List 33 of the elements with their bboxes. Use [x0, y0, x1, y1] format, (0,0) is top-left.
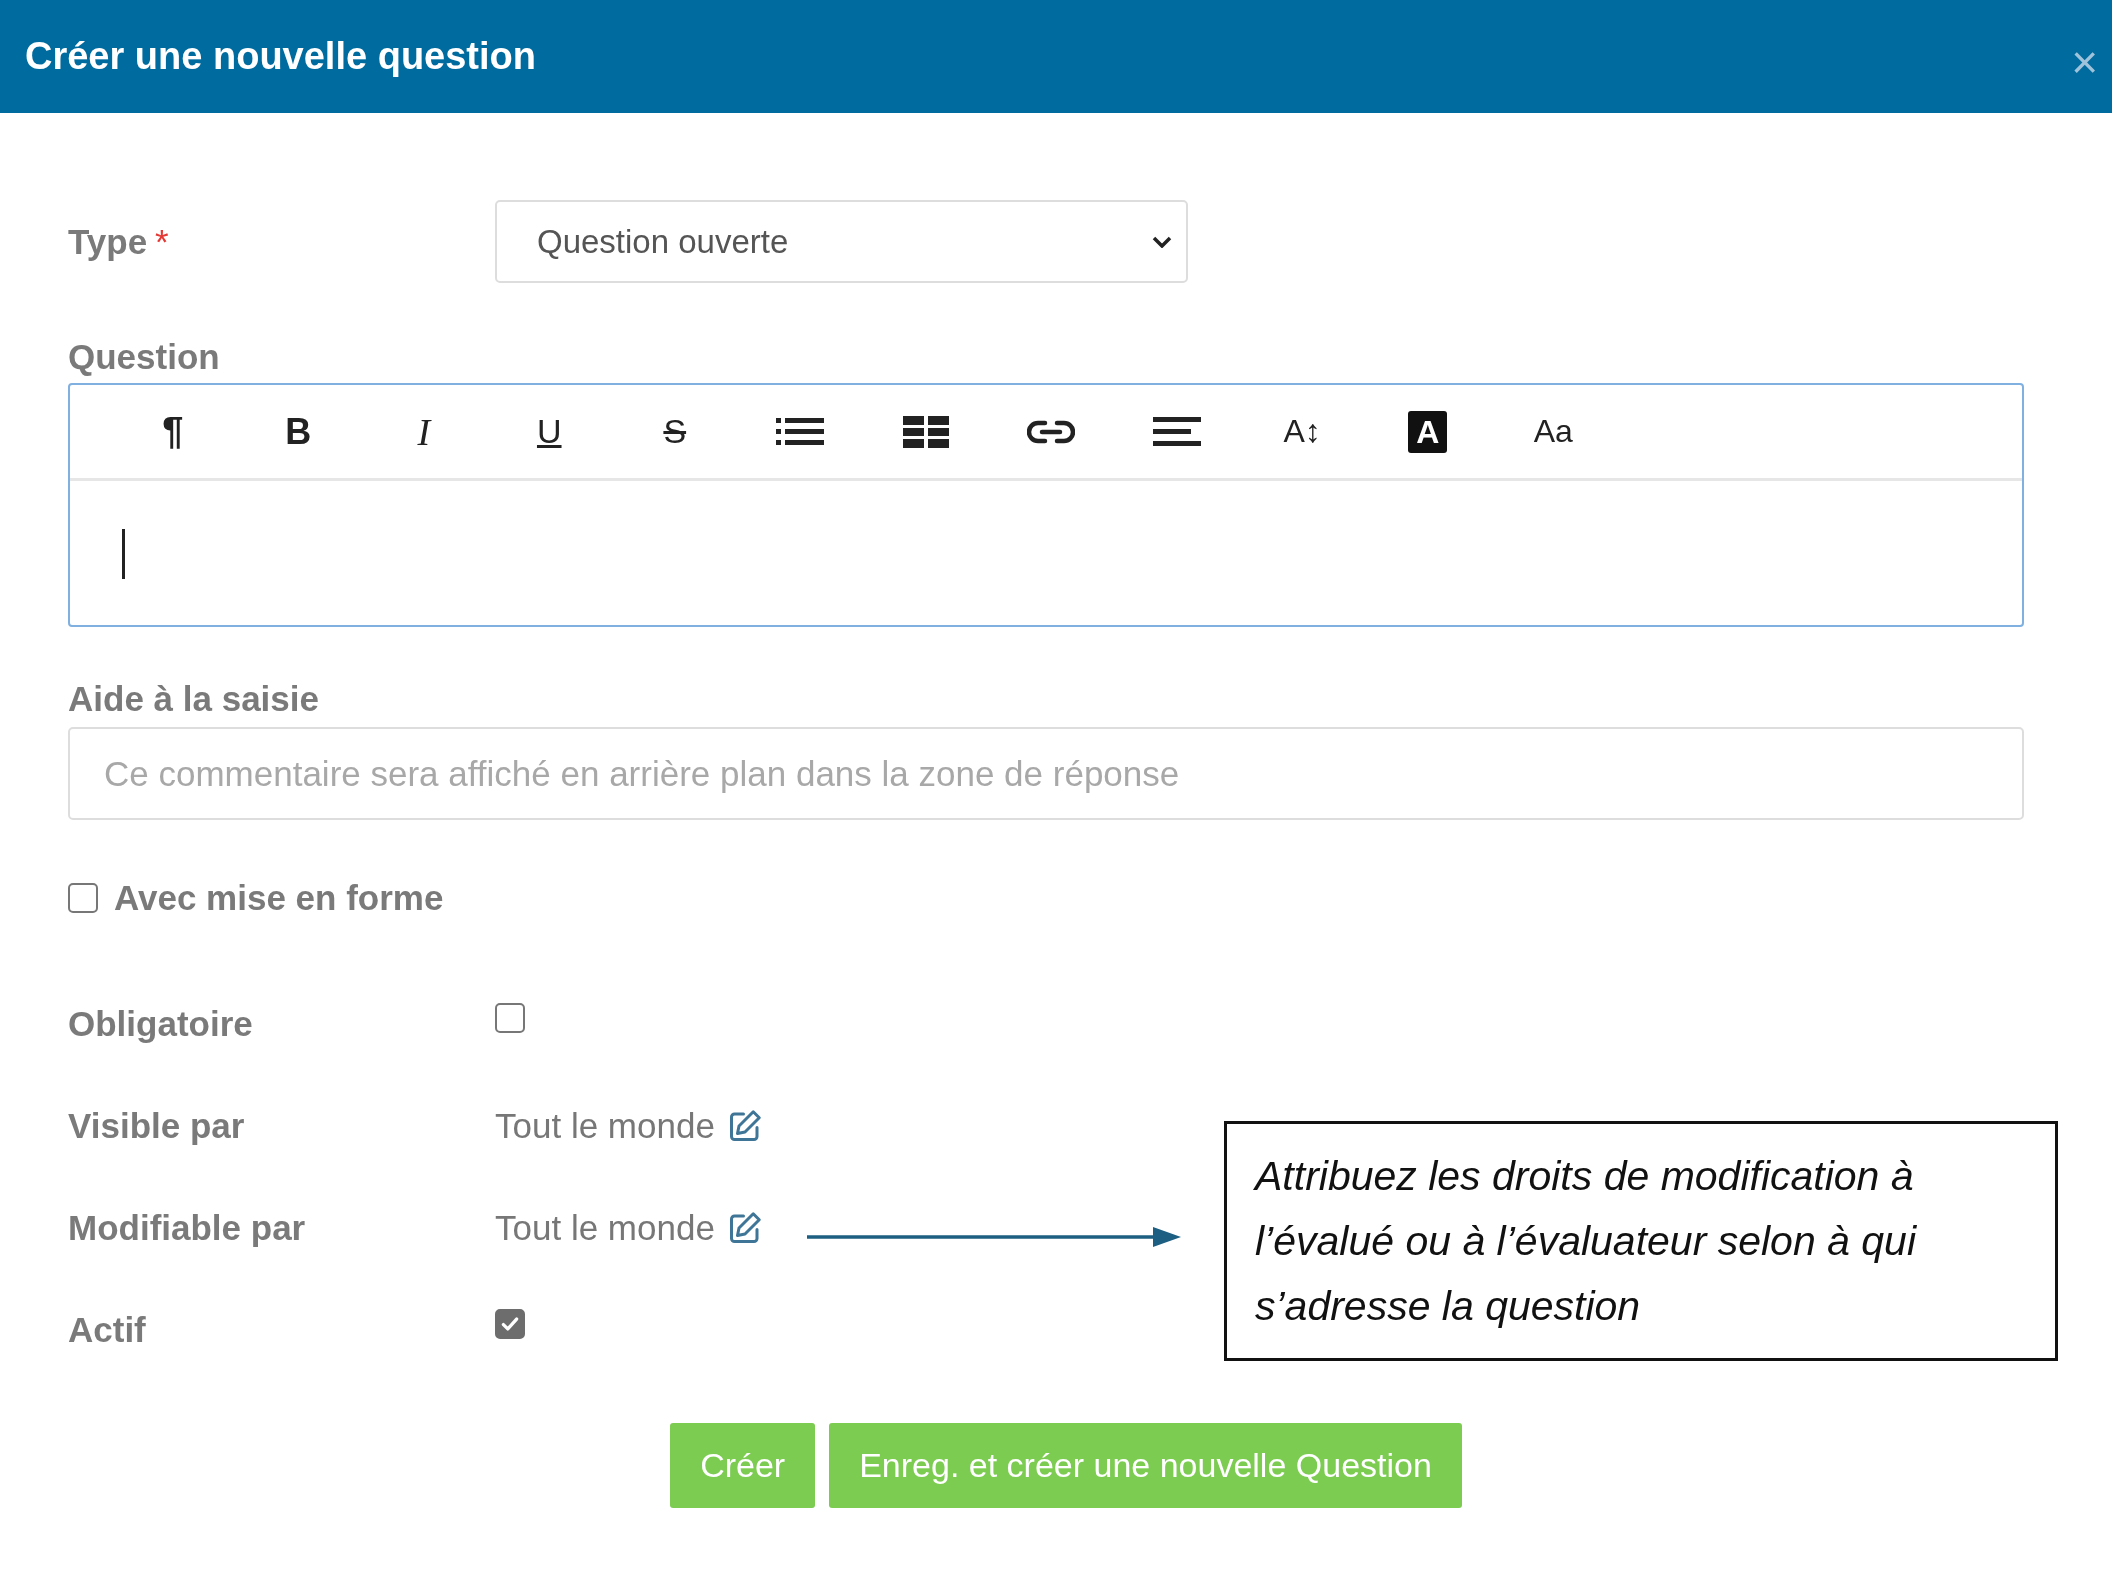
checkbox[interactable] — [68, 883, 98, 913]
field-label: Obligatoire — [68, 1004, 253, 1044]
field-label: Type — [68, 221, 148, 262]
text-case-button[interactable]: Aa — [1533, 413, 1573, 450]
rich-text-editor[interactable]: ¶ B I U S A↕ A Aa — [68, 383, 2024, 627]
paragraph-button[interactable]: ¶ — [162, 410, 184, 453]
field-value: Tout le monde — [495, 1106, 715, 1146]
field-label: Aide à la saisie — [68, 679, 320, 719]
chevron-down-icon — [1152, 235, 1172, 248]
bold-button[interactable]: B — [285, 410, 312, 453]
type-select[interactable]: Question ouverte — [495, 200, 1188, 283]
checkbox-label: Avec mise en forme — [114, 878, 444, 918]
font-size-button[interactable]: A↕ — [1283, 413, 1321, 450]
link-icon[interactable] — [1027, 418, 1076, 445]
bulleted-list-icon[interactable] — [776, 416, 825, 447]
field-label: Actif — [68, 1310, 146, 1350]
align-left-icon[interactable] — [1152, 416, 1201, 447]
dialog-title: Créer une nouvelle question — [25, 35, 536, 78]
highlight-button[interactable]: A — [1408, 410, 1448, 453]
checkbox[interactable] — [495, 1003, 525, 1033]
text-cursor — [122, 529, 125, 579]
italic-button[interactable]: I — [417, 409, 431, 454]
field-label: Question — [68, 337, 221, 377]
underline-button[interactable]: U — [536, 412, 562, 451]
field-label: Visible par — [68, 1106, 245, 1146]
required-mark: * — [155, 221, 169, 262]
annotation-note: Attribuez les droits de modification à l’évalué ou à l’évaluateur selon à qui s’adresse la question — [1224, 1121, 2058, 1361]
field-label: Modifiable par — [68, 1208, 306, 1248]
hint-input[interactable]: Ce commentaire sera affiché en arrière plan dans la zone de réponse — [68, 727, 2024, 820]
field-value: Tout le monde — [495, 1208, 715, 1248]
table-icon[interactable] — [902, 415, 949, 448]
checkbox[interactable] — [495, 1309, 525, 1339]
strikethrough-button[interactable]: S — [663, 412, 687, 451]
